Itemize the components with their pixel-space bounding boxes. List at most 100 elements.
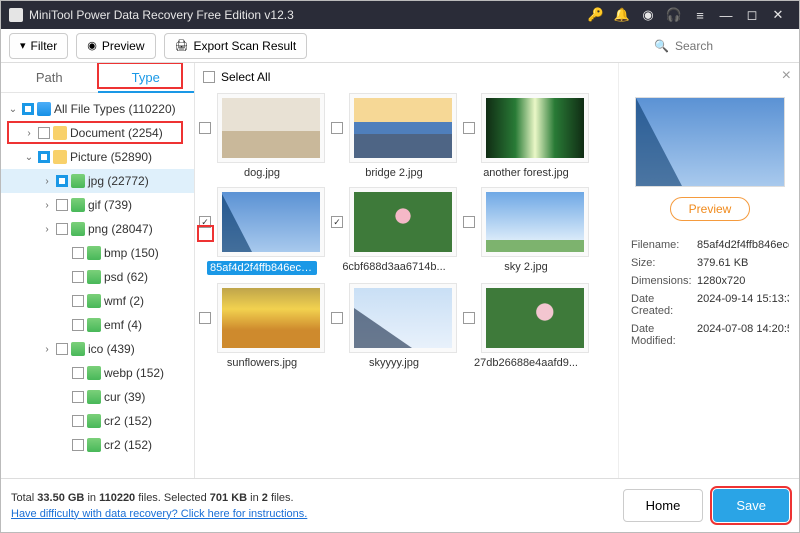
- thumbnail[interactable]: 6cbf688d3aa6714b...: [331, 187, 457, 275]
- checkbox[interactable]: [72, 367, 84, 379]
- home-button[interactable]: Home: [623, 489, 704, 522]
- tree-node[interactable]: ›ico (439): [1, 337, 194, 361]
- preview-open-button[interactable]: Preview: [670, 197, 751, 221]
- thumbnail[interactable]: skyyyy.jpg: [331, 283, 457, 369]
- key-icon[interactable]: 🔑: [587, 6, 605, 24]
- checkbox[interactable]: [72, 271, 84, 283]
- tree-node[interactable]: bmp (150): [1, 241, 194, 265]
- thumb-checkbox[interactable]: [199, 122, 211, 134]
- checkbox[interactable]: [72, 415, 84, 427]
- tree-node[interactable]: cr2 (152): [1, 433, 194, 457]
- thumb-checkbox[interactable]: [199, 216, 211, 228]
- search-box[interactable]: 🔍: [648, 33, 791, 59]
- bmp-icon: [87, 246, 101, 260]
- thumb-image[interactable]: [217, 187, 325, 257]
- thumb-checkbox[interactable]: [331, 216, 343, 228]
- tree-node[interactable]: ›gif (739): [1, 193, 194, 217]
- tree-node[interactable]: ›jpg (22772): [1, 169, 194, 193]
- checkbox[interactable]: [56, 223, 68, 235]
- monitor-icon: [37, 102, 51, 116]
- thumb-checkbox[interactable]: [463, 122, 475, 134]
- thumb-checkbox[interactable]: [331, 312, 343, 324]
- checkbox[interactable]: [56, 343, 68, 355]
- file-type-tree[interactable]: ⌄All File Types (110220) › Document (2254)…: [1, 93, 194, 478]
- thumb-checkbox[interactable]: [199, 312, 211, 324]
- tree-node[interactable]: cur (39): [1, 385, 194, 409]
- help-link[interactable]: Have difficulty with data recovery? Clic…: [11, 508, 307, 520]
- thumb-checkbox[interactable]: [463, 216, 475, 228]
- thumb-image[interactable]: [349, 187, 457, 257]
- chevron-icon[interactable]: ›: [41, 176, 53, 187]
- disc-icon[interactable]: ◉: [639, 6, 657, 24]
- thumbnail[interactable]: bridge 2.jpg: [331, 93, 457, 179]
- tree-node[interactable]: psd (62): [1, 265, 194, 289]
- checkbox[interactable]: [72, 295, 84, 307]
- thumbnail[interactable]: sky 2.jpg: [463, 187, 589, 275]
- minimize-icon[interactable]: —: [717, 6, 735, 24]
- maximize-icon[interactable]: ◻: [743, 6, 761, 24]
- tree-node[interactable]: emf (4): [1, 313, 194, 337]
- thumb-image[interactable]: [349, 93, 457, 163]
- hamburger-menu-icon[interactable]: ≡: [691, 6, 709, 24]
- thumbnail[interactable]: dog.jpg: [199, 93, 325, 179]
- tree-label: Document (2254): [70, 126, 163, 140]
- chevron-icon[interactable]: ›: [41, 344, 53, 355]
- save-button[interactable]: Save: [713, 489, 789, 522]
- tree-node[interactable]: cr2 (152): [1, 409, 194, 433]
- tree-node[interactable]: › Document (2254): [1, 121, 194, 145]
- filter-button[interactable]: ▾Filter: [9, 33, 68, 59]
- checkbox[interactable]: [38, 151, 50, 163]
- checkbox[interactable]: [72, 391, 84, 403]
- tree-node[interactable]: webp (152): [1, 361, 194, 385]
- thumb-image[interactable]: [217, 283, 325, 353]
- select-all-checkbox[interactable]: [203, 71, 215, 83]
- preview-panel: × Preview Filename:85af4d2f4ffb846ecea S…: [618, 63, 799, 478]
- checkbox[interactable]: [22, 103, 34, 115]
- thumb-filename: dog.jpg: [244, 167, 280, 179]
- tree-root[interactable]: ⌄All File Types (110220): [1, 97, 194, 121]
- checkbox[interactable]: [72, 319, 84, 331]
- close-window-icon[interactable]: ✕: [769, 6, 787, 24]
- thumbnail[interactable]: sunflowers.jpg: [199, 283, 325, 369]
- chevron-icon[interactable]: ⌄: [23, 152, 35, 163]
- checkbox[interactable]: [38, 127, 50, 139]
- thumb-image[interactable]: [481, 93, 589, 163]
- thumb-filename: another forest.jpg: [483, 167, 569, 179]
- title-bar: MiniTool Power Data Recovery Free Editio…: [1, 1, 799, 29]
- tab-path[interactable]: Path: [1, 63, 98, 93]
- thumb-image[interactable]: [349, 283, 457, 353]
- tree-node[interactable]: ›png (28047): [1, 217, 194, 241]
- thumb-image[interactable]: [217, 93, 325, 163]
- close-icon[interactable]: ×: [782, 67, 791, 85]
- folder-icon: [53, 150, 67, 164]
- checkbox[interactable]: [56, 175, 68, 187]
- thumb-checkbox[interactable]: [463, 312, 475, 324]
- chevron-icon[interactable]: ›: [23, 128, 35, 139]
- tree-node[interactable]: ⌄Picture (52890): [1, 145, 194, 169]
- thumbnail-grid[interactable]: dog.jpg bridge 2.jpg another forest.jpg …: [195, 91, 618, 478]
- gif-icon: [71, 198, 85, 212]
- search-input[interactable]: [675, 39, 785, 53]
- headphones-icon[interactable]: 🎧: [665, 6, 683, 24]
- chevron-down-icon[interactable]: ⌄: [7, 104, 19, 115]
- checkbox[interactable]: [72, 439, 84, 451]
- folder-icon: [53, 126, 67, 140]
- tab-type[interactable]: Type: [98, 63, 195, 93]
- bell-icon[interactable]: 🔔: [613, 6, 631, 24]
- thumb-image[interactable]: [481, 283, 589, 353]
- tree-node[interactable]: wmf (2): [1, 289, 194, 313]
- chevron-icon[interactable]: ›: [41, 200, 53, 211]
- eye-icon: ◉: [87, 39, 97, 52]
- checkbox[interactable]: [56, 199, 68, 211]
- thumbnail[interactable]: 85af4d2f4ffb846ece...: [199, 187, 325, 275]
- thumb-checkbox[interactable]: [331, 122, 343, 134]
- export-scan-button[interactable]: 🖨Export Scan Result: [164, 33, 308, 59]
- app-title: MiniTool Power Data Recovery Free Editio…: [29, 8, 583, 22]
- preview-button[interactable]: ◉Preview: [76, 33, 155, 59]
- thumb-image[interactable]: [481, 187, 589, 257]
- checkbox[interactable]: [72, 247, 84, 259]
- thumbnail[interactable]: another forest.jpg: [463, 93, 589, 179]
- thumbnail[interactable]: 27db26688e4aafd9...: [463, 283, 589, 369]
- chevron-icon[interactable]: ›: [41, 224, 53, 235]
- png-icon: [71, 222, 85, 236]
